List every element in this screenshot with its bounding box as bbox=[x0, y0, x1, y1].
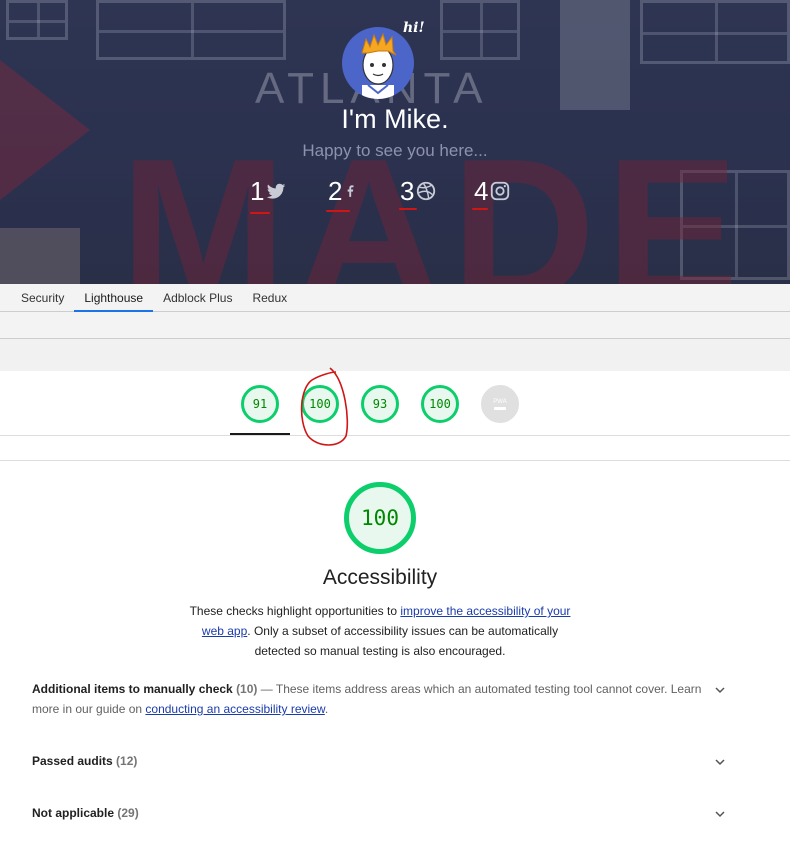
lighthouse-toolbar bbox=[0, 312, 790, 339]
gauge-active-indicator bbox=[230, 433, 290, 435]
hero-subtitle: Happy to see you here... bbox=[302, 141, 488, 160]
category-description: These checks highlight opportunities to … bbox=[180, 601, 580, 661]
pwa-dash-icon bbox=[494, 406, 506, 410]
category-title: Accessibility bbox=[322, 566, 438, 589]
social-number: 1 bbox=[250, 176, 265, 206]
avatar bbox=[342, 27, 414, 99]
tab-security[interactable]: Security bbox=[11, 284, 74, 311]
annotation-underline bbox=[250, 212, 270, 214]
gauge-pwa[interactable]: PWA bbox=[481, 385, 519, 423]
category-score-gauge: 100 bbox=[344, 482, 416, 554]
group-title: Passed audits bbox=[32, 754, 113, 768]
devtools-tab-bar: Security Lighthouse Adblock Plus Redux bbox=[0, 284, 790, 312]
instagram-icon bbox=[491, 181, 510, 201]
accessibility-review-link[interactable]: conducting an accessibility review bbox=[145, 702, 324, 716]
divider bbox=[0, 460, 790, 461]
gauge-accessibility[interactable]: 100 bbox=[301, 385, 339, 423]
chevron-down-icon[interactable] bbox=[714, 808, 726, 820]
chevron-down-icon[interactable] bbox=[714, 684, 726, 696]
twitter-icon bbox=[267, 183, 286, 199]
social-number: 4 bbox=[474, 176, 489, 206]
score-gauges-row: 91 100 93 100 PWA bbox=[0, 371, 790, 436]
group-title: Additional items to manually check bbox=[32, 682, 233, 696]
group-count: (29) bbox=[117, 806, 139, 820]
tab-adblock-plus[interactable]: Adblock Plus bbox=[153, 284, 242, 311]
annotation-underline bbox=[472, 208, 488, 210]
gauge-performance[interactable]: 91 bbox=[241, 385, 279, 423]
background-window bbox=[440, 0, 520, 60]
avatar-illustration bbox=[361, 32, 397, 99]
social-number: 3 bbox=[400, 176, 415, 206]
gauge-seo[interactable]: 100 bbox=[421, 385, 459, 423]
category-desc-text: . Only a subset of accessibility issues … bbox=[247, 624, 559, 658]
lighthouse-report-header bbox=[0, 339, 790, 371]
group-manual-checks[interactable]: Additional items to manually check (10) … bbox=[32, 679, 732, 719]
pwa-label: PWA bbox=[493, 398, 507, 405]
facebook-icon bbox=[348, 185, 354, 197]
group-count: (10) bbox=[236, 682, 258, 696]
annotation-underline bbox=[399, 208, 417, 210]
group-passed-audits[interactable]: Passed audits (12) bbox=[32, 751, 732, 771]
background-window bbox=[96, 0, 286, 60]
tab-redux[interactable]: Redux bbox=[242, 284, 297, 311]
annotation-underline bbox=[326, 210, 350, 212]
dribbble-icon bbox=[417, 181, 436, 201]
group-count: (12) bbox=[116, 754, 138, 768]
group-description-end: . bbox=[324, 702, 329, 716]
social-link-dribbble[interactable]: 3 bbox=[400, 176, 437, 206]
gauge-best-practices[interactable]: 93 bbox=[361, 385, 399, 423]
category-desc-text: These checks highlight opportunities to bbox=[189, 604, 401, 618]
background-window bbox=[640, 0, 790, 64]
social-number: 2 bbox=[328, 176, 343, 206]
group-not-applicable[interactable]: Not applicable (29) bbox=[32, 803, 732, 823]
group-title: Not applicable bbox=[32, 806, 115, 820]
hero-title: I'm Mike. bbox=[341, 104, 449, 134]
social-link-facebook[interactable]: 2 bbox=[328, 176, 357, 206]
greeting-text: hi! bbox=[403, 20, 425, 36]
chevron-down-icon[interactable] bbox=[714, 756, 726, 768]
hero-banner: ATLANTA MADE hi! I'm Mike. Happy to see … bbox=[0, 0, 790, 284]
background-ledge bbox=[0, 228, 80, 284]
social-link-instagram[interactable]: 4 bbox=[474, 176, 511, 206]
background-window bbox=[6, 0, 68, 40]
social-link-twitter[interactable]: 1 bbox=[250, 176, 287, 206]
tab-lighthouse[interactable]: Lighthouse bbox=[74, 284, 153, 312]
background-tower bbox=[560, 0, 630, 110]
